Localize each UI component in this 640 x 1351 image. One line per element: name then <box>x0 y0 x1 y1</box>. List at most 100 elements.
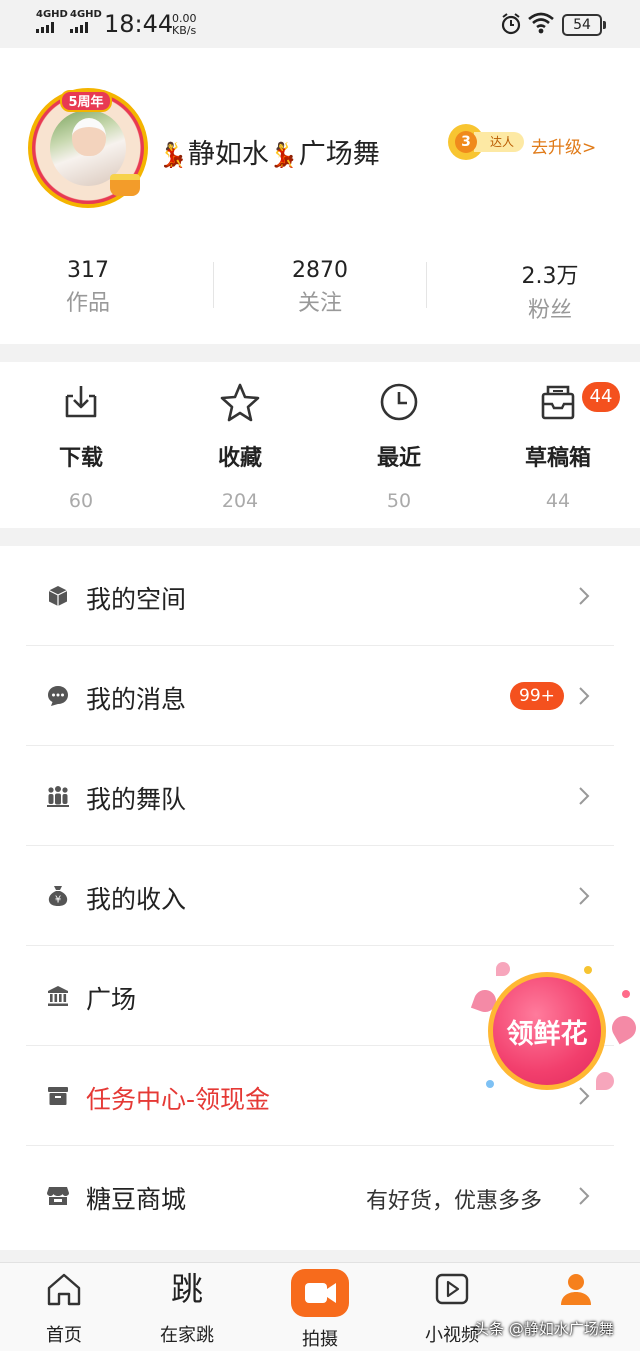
menu-label: 我的消息 <box>86 685 187 714</box>
stat-value: 317 <box>67 258 109 283</box>
cube-icon <box>48 586 68 606</box>
chat-bubble-icon <box>48 686 68 706</box>
level-title: 达人 <box>474 132 524 152</box>
mall-promo-hint: 有好货，优惠多多 <box>365 1189 542 1214</box>
nav-home[interactable]: 首页 <box>14 1269 114 1347</box>
flower-decoration-icon <box>496 962 510 976</box>
menu-item-income[interactable]: ¥ 我的收入 <box>0 846 640 946</box>
menu-item-dance-team[interactable]: 我的舞队 <box>0 746 640 846</box>
sparkle-icon <box>486 1080 494 1088</box>
menu-label: 我的空间 <box>86 585 187 614</box>
battery-indicator: 54 <box>562 14 606 36</box>
quick-actions: 下载 60 收藏 204 最近 50 草稿箱 44 <box>0 362 640 528</box>
camera-button <box>291 1269 349 1317</box>
stat-works[interactable]: 317 作品 <box>0 258 176 317</box>
flower-label: 领鲜花 <box>506 1019 588 1050</box>
team-icon <box>47 786 69 807</box>
menu-list: 我的空间 我的消息 99+ 我的舞队 ¥ 我的收入 广场 任务中心-领现金 糖豆… <box>0 546 640 1250</box>
action-count: 60 <box>68 490 94 512</box>
stat-value: 2870 <box>292 258 348 283</box>
menu-item-mall[interactable]: 糖豆商城 有好货，优惠多多 <box>0 1146 640 1246</box>
action-recent[interactable]: 最近 50 <box>339 380 459 512</box>
action-label: 最近 <box>376 446 421 471</box>
nav-label: 拍摄 <box>302 1329 338 1350</box>
username-main: 静如水 <box>187 139 269 170</box>
download-icon <box>65 386 97 418</box>
play-icon <box>435 1273 469 1305</box>
chevron-right-icon <box>579 887 590 905</box>
avatar-person <box>72 118 106 156</box>
menu-label: 我的收入 <box>86 885 187 914</box>
shop-icon <box>47 1187 69 1205</box>
status-bar: 4GHD 4GHD 18:44 0.00 KB/s 54 <box>0 0 640 48</box>
wifi-icon <box>528 12 554 34</box>
dancer-emoji-icon: 💃 <box>158 141 188 169</box>
clock-time: 18:44 <box>104 10 174 38</box>
clock-icon <box>380 383 418 421</box>
drafts-badge: 44 <box>582 382 620 412</box>
action-label: 收藏 <box>217 446 262 471</box>
nav-profile[interactable] <box>526 1269 626 1321</box>
message-count-badge: 99+ <box>510 682 564 710</box>
anniversary-badge: 5周年 <box>60 90 112 112</box>
cake-icon <box>110 174 140 196</box>
menu-label: 我的舞队 <box>86 785 187 814</box>
stat-value: 2.3万 <box>521 264 579 289</box>
signal-bars-1-icon <box>36 22 54 33</box>
network-type-1: 4GHD <box>36 9 68 20</box>
get-flowers-button[interactable]: 领鲜花 <box>466 960 640 1100</box>
action-count: 50 <box>386 490 412 512</box>
sparkle-icon <box>622 990 630 998</box>
dancer-emoji-icon: 💃 <box>268 141 299 169</box>
action-favorites[interactable]: 收藏 204 <box>180 380 300 512</box>
action-count: 44 <box>545 490 571 512</box>
menu-label: 广场 <box>86 985 137 1014</box>
menu-label: 任务中心-领现金 <box>86 1085 271 1114</box>
chevron-right-icon <box>579 787 590 805</box>
level-badge[interactable]: 达人 3 <box>448 124 524 160</box>
network-type-2: 4GHD <box>70 9 102 20</box>
tiao-glyph-icon: 跳 <box>170 1270 203 1308</box>
home-icon <box>47 1273 81 1306</box>
level-number: 3 <box>455 131 477 153</box>
nav-home-dance[interactable]: 跳 在家跳 <box>137 1269 237 1347</box>
chevron-right-icon <box>579 687 590 705</box>
profile-header: 5周年 💃静如水💃广场舞 达人 3 去升级> 317 作品 2870 关注 2.… <box>0 48 640 344</box>
nav-label: 在家跳 <box>160 1325 214 1346</box>
nav-label: 首页 <box>46 1325 82 1346</box>
flower-decoration-icon <box>607 1011 640 1045</box>
menu-item-my-space[interactable]: 我的空间 <box>0 546 640 646</box>
speed-unit: KB/s <box>172 24 197 37</box>
nav-shoot[interactable]: 拍摄 <box>270 1269 370 1351</box>
action-label: 下载 <box>58 446 103 471</box>
network-speed: 0.00 KB/s <box>172 13 197 37</box>
sparkle-icon <box>584 966 592 974</box>
chevron-right-icon <box>579 1187 590 1205</box>
task-box-icon <box>48 1087 68 1105</box>
stat-label: 粉丝 <box>527 298 572 323</box>
alarm-icon <box>501 13 521 35</box>
menu-item-messages[interactable]: 我的消息 99+ <box>0 646 640 746</box>
profile-icon <box>561 1274 591 1305</box>
divider <box>213 262 214 308</box>
star-icon <box>220 383 260 422</box>
action-count: 204 <box>221 490 259 512</box>
drafts-icon <box>541 385 575 420</box>
signal-bars-2-icon <box>70 22 88 33</box>
chevron-right-icon <box>579 587 590 605</box>
camera-icon <box>305 1283 336 1303</box>
bank-icon <box>48 986 68 1006</box>
money-bag-icon: ¥ <box>48 886 68 906</box>
stat-following[interactable]: 2870 关注 <box>232 258 408 317</box>
stat-label: 关注 <box>297 291 342 316</box>
avatar[interactable]: 5周年 <box>28 88 148 208</box>
watermark: 头条 @静如水广场舞 <box>474 1320 614 1338</box>
svg-text:¥: ¥ <box>55 895 61 906</box>
flower-decoration-icon <box>596 1072 614 1090</box>
upgrade-link[interactable]: 去升级> <box>531 133 596 158</box>
stat-label: 作品 <box>65 291 110 316</box>
action-download[interactable]: 下载 60 <box>21 380 141 512</box>
divider <box>426 262 427 308</box>
stat-fans[interactable]: 2.3万 粉丝 <box>462 258 638 324</box>
username-suffix: 广场舞 <box>298 139 380 170</box>
